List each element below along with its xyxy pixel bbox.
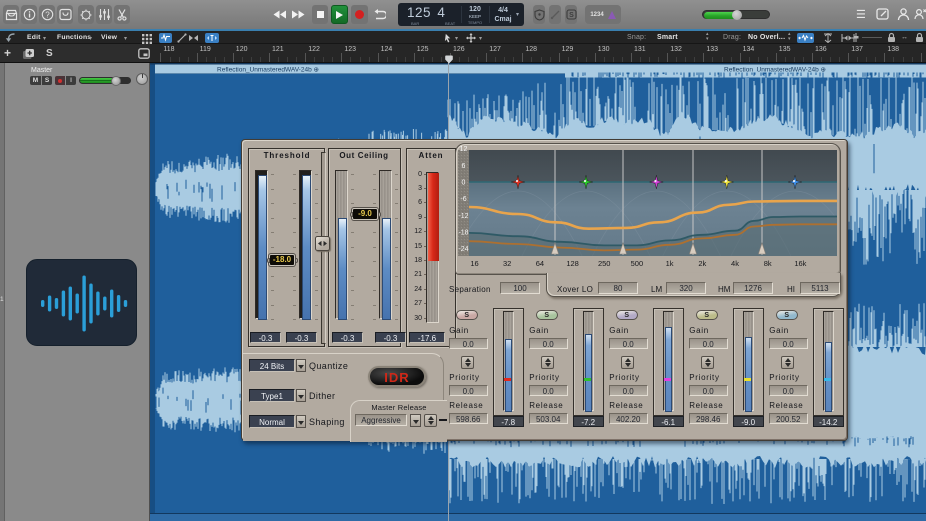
svg-text:4k: 4k <box>731 259 739 268</box>
svg-text:Reflection_UnmasteredWAV-24b ⊕: Reflection_UnmasteredWAV-24b ⊕ <box>217 67 319 74</box>
svg-text:16k: 16k <box>794 259 806 268</box>
svg-text:500: 500 <box>631 259 644 268</box>
svg-text:1k: 1k <box>666 259 674 268</box>
svg-text:250: 250 <box>598 259 611 268</box>
svg-text:S: S <box>569 12 574 19</box>
svg-text:2k: 2k <box>698 259 706 268</box>
svg-text:32: 32 <box>503 259 511 268</box>
svg-text:128: 128 <box>566 259 579 268</box>
svg-text:12: 12 <box>460 146 468 153</box>
svg-text:16: 16 <box>470 259 478 268</box>
svg-text:6: 6 <box>462 163 466 170</box>
svg-text:?: ? <box>45 10 50 19</box>
svg-text:8k: 8k <box>764 259 772 268</box>
svg-text:-18: -18 <box>458 230 468 237</box>
svg-text:64: 64 <box>536 259 544 268</box>
svg-text:-12: -12 <box>458 213 468 220</box>
svg-text:0: 0 <box>462 180 466 187</box>
svg-text:-6: -6 <box>460 196 466 203</box>
svg-text:Reflection_UnmasteredWAV-24b ⊕: Reflection_UnmasteredWAV-24b ⊕ <box>724 67 826 74</box>
svg-text:-24: -24 <box>458 246 468 253</box>
